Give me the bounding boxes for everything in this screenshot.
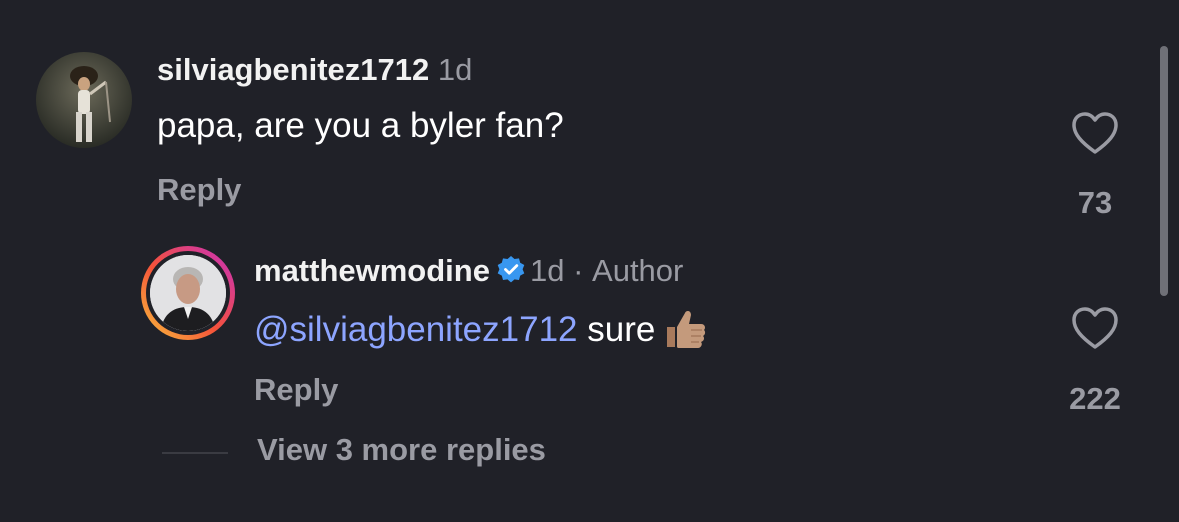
heart-icon[interactable] [1071,306,1119,355]
like-count: 73 [1077,185,1113,220]
heart-icon[interactable] [1071,111,1119,160]
comment-text: papa, are you a byler fan? [157,106,564,146]
mention-link[interactable]: @silviagbenitez1712 [254,310,578,349]
reply-button[interactable]: Reply [254,372,338,408]
view-more-replies-button[interactable]: View 3 more replies [257,432,546,468]
reply-button[interactable]: Reply [157,172,241,208]
avatar-matthewmodine[interactable] [140,245,236,341]
divider-line [162,452,228,454]
comment-username[interactable]: silviagbenitez1712 1d [157,52,472,88]
verified-badge-icon [496,255,526,293]
comment-body: sure [587,310,656,349]
username-text[interactable]: silviagbenitez1712 [157,52,429,87]
username-text[interactable]: matthewmodine [254,253,490,288]
comment-body: papa, are you a byler fan? [157,106,564,145]
avatar-silviagbenitez1712[interactable] [36,52,132,148]
author-label: Author [592,253,684,288]
comment-username[interactable]: matthewmodine 1d · Author [254,253,683,293]
comment-time: 1d [529,253,565,288]
comments-panel: silviagbenitez1712 1d papa, are you a by… [0,0,1179,522]
comment-time: 1d [437,52,473,87]
thumbs-up-icon [661,307,707,360]
separator-dot: · [573,253,584,288]
comment-text: @silviagbenitez1712 sure [254,307,707,360]
like-count: 222 [1069,381,1121,416]
scrollbar-thumb[interactable] [1160,46,1168,296]
